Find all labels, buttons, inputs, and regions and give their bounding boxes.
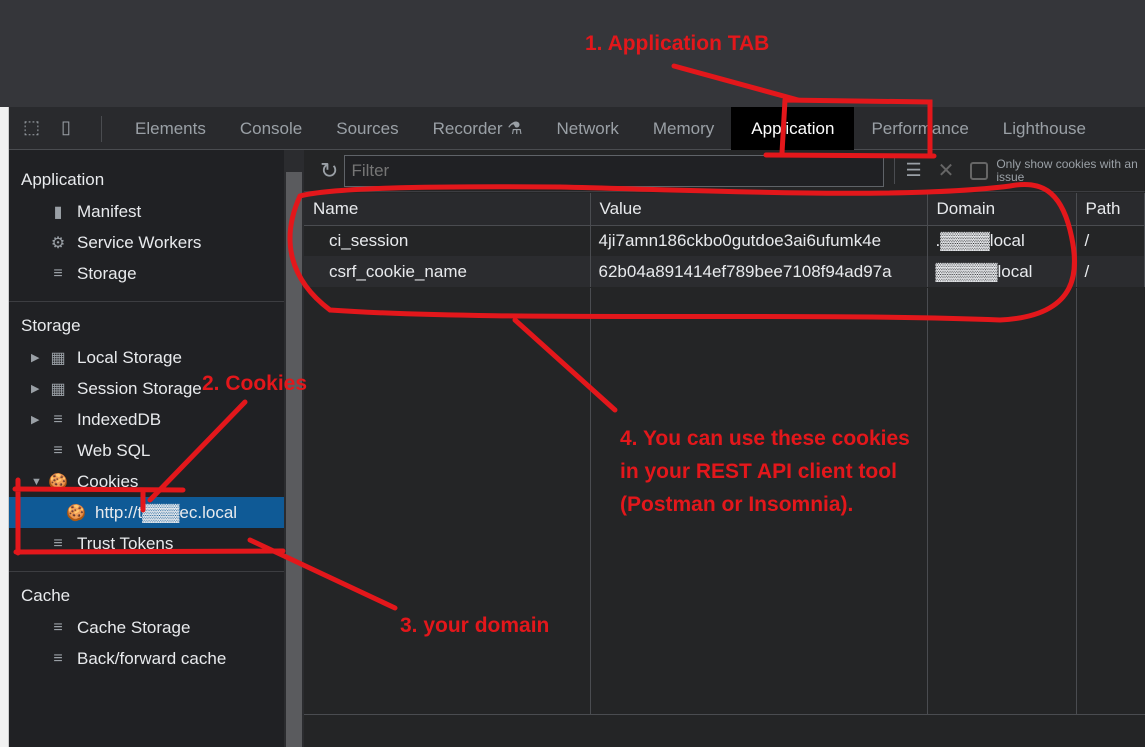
sidebar-item-trust-tokens[interactable]: ≡ Trust Tokens [9, 528, 284, 559]
flask-icon: ⚗ [507, 119, 523, 138]
filter-input[interactable] [344, 154, 885, 187]
cookie-icon: 🍪 [66, 504, 86, 522]
scrollbar-thumb[interactable] [286, 172, 302, 747]
tab-performance[interactable]: Performance [854, 107, 985, 150]
cookie-preview-area [304, 714, 1145, 747]
annotation-1-text: 1. Application [585, 32, 722, 55]
annotation-1-tab: TAB [727, 32, 770, 55]
table-row[interactable]: ci_session 4ji7amn186ckbo0gutdoe3ai6ufum… [304, 225, 1145, 256]
sidebar-item-service-workers[interactable]: ⚙ Service Workers [9, 227, 284, 258]
column-header-domain[interactable]: Domain [927, 193, 1077, 226]
only-show-issues-label: Only show cookies with an issue [996, 156, 1138, 184]
tab-recorder-label: Recorder [432, 119, 503, 138]
gear-icon: ⚙ [50, 234, 66, 252]
divider [894, 157, 896, 184]
annotation-3: 3. your domain [400, 614, 550, 637]
cookie-value: 4ji7amn186ckbo0gutdoe3ai6ufumk4e [590, 225, 928, 256]
cookie-name: ci_session [304, 225, 591, 256]
sidebar-item-cookies[interactable]: ▼ 🍪 Cookies [9, 466, 284, 497]
devtools-tab-bar: ⬚ ▯ Elements Console Sources Recorder ⚗ … [9, 107, 1145, 150]
label: Storage [77, 263, 137, 283]
tab-elements[interactable]: Elements [118, 107, 223, 150]
sidebar-item-web-sql[interactable]: ≡ Web SQL [9, 435, 284, 466]
cookie-value: 62b04a891414ef789bee7108f94ad97a [590, 256, 928, 287]
only-show-issues-checkbox[interactable] [970, 161, 989, 180]
expand-arrow-icon[interactable]: ▶ [31, 382, 39, 395]
divider [9, 571, 284, 572]
sidebar-scrollbar[interactable] [284, 150, 304, 747]
application-sidebar: Application ▮ Manifest ⚙ Service Workers ≡… [9, 150, 284, 747]
device-toolbar-icon[interactable]: ▯ [61, 117, 85, 141]
sidebar-item-back-forward-cache[interactable]: ≡ Back/forward cache [9, 643, 284, 674]
close-icon[interactable]: ✕ [938, 158, 955, 183]
sidebar-item-manifest[interactable]: ▮ Manifest [9, 196, 284, 227]
divider [9, 301, 284, 302]
expand-arrow-icon[interactable]: ▶ [31, 413, 39, 426]
tab-lighthouse[interactable]: Lighthouse [986, 107, 1103, 150]
section-application: Application [21, 170, 105, 189]
database-icon: ≡ [53, 534, 63, 552]
table-icon: ▦ [50, 349, 66, 367]
cookie-name: csrf_cookie_name [304, 256, 591, 287]
refresh-icon[interactable]: ↻ [320, 158, 338, 184]
table-row[interactable]: csrf_cookie_name 62b04a891414ef789bee710… [304, 256, 1145, 287]
collapse-arrow-icon[interactable]: ▼ [31, 476, 42, 488]
cookie-path: / [1076, 256, 1145, 287]
label: Service Workers [77, 232, 202, 252]
divider [101, 115, 102, 142]
label: Local Storage [77, 347, 182, 367]
label: Cache Storage [77, 617, 191, 637]
tab-console[interactable]: Console [223, 107, 319, 150]
label: Session Storage [77, 378, 202, 398]
sidebar-item-storage[interactable]: ≡ Storage [9, 258, 284, 289]
label: http://t▓▓▓ec.local [95, 502, 238, 522]
expand-arrow-icon[interactable]: ▶ [31, 351, 39, 364]
label: Web SQL [77, 440, 151, 460]
label: Trust Tokens [77, 533, 174, 553]
column-header-value[interactable]: Value [590, 193, 928, 226]
file-icon: ▮ [53, 203, 63, 221]
label: IndexedDB [77, 409, 162, 429]
sidebar-item-cache-storage[interactable]: ≡ Cache Storage [9, 612, 284, 643]
cookies-toolbar: ↻ ☰ ✕ Only show cookies with an issue [304, 150, 1145, 192]
tab-network[interactable]: Network [540, 107, 636, 150]
database-icon: ≡ [53, 441, 63, 459]
tab-memory[interactable]: Memory [636, 107, 731, 150]
cookie-domain: .▓▓▓▓local [927, 225, 1077, 256]
sidebar-item-indexeddb[interactable]: ▶ ≡ IndexedDB [9, 404, 284, 435]
label: Manifest [77, 201, 142, 221]
label: Back/forward cache [77, 648, 227, 668]
cookies-table: Name Value Domain Path ci_session 4ji7am… [304, 193, 1145, 287]
page-edge [0, 107, 9, 747]
sidebar-item-cookie-origin[interactable]: 🍪 http://t▓▓▓ec.local [9, 497, 284, 528]
tab-recorder[interactable]: Recorder ⚗ [416, 107, 540, 150]
database-icon: ≡ [53, 410, 63, 428]
column-header-name[interactable]: Name [304, 193, 591, 226]
cookie-path: / [1076, 225, 1145, 256]
database-icon: ≡ [53, 618, 63, 636]
annotation-4: 4. You can use these cookies in your RES… [620, 427, 910, 516]
tab-application[interactable]: Application [731, 107, 855, 150]
cookie-domain: ▓▓▓▓▓local [927, 256, 1077, 287]
browser-top-area [0, 0, 1145, 107]
annotation-2: 2. Cookies [202, 372, 308, 395]
tab-sources[interactable]: Sources [319, 107, 415, 150]
annotation-1: 1. Application TAB [585, 27, 769, 60]
database-icon: ≡ [53, 264, 63, 282]
section-storage: Storage [21, 316, 81, 335]
inspect-element-icon[interactable]: ⬚ [23, 117, 47, 141]
label: Cookies [77, 471, 139, 491]
section-cache: Cache [21, 586, 71, 605]
database-icon: ≡ [53, 649, 63, 667]
cookie-icon: 🍪 [48, 473, 68, 491]
column-header-path[interactable]: Path [1076, 193, 1145, 226]
clear-filtered-cookies-icon[interactable]: ☰ [905, 160, 921, 181]
table-icon: ▦ [50, 380, 66, 398]
